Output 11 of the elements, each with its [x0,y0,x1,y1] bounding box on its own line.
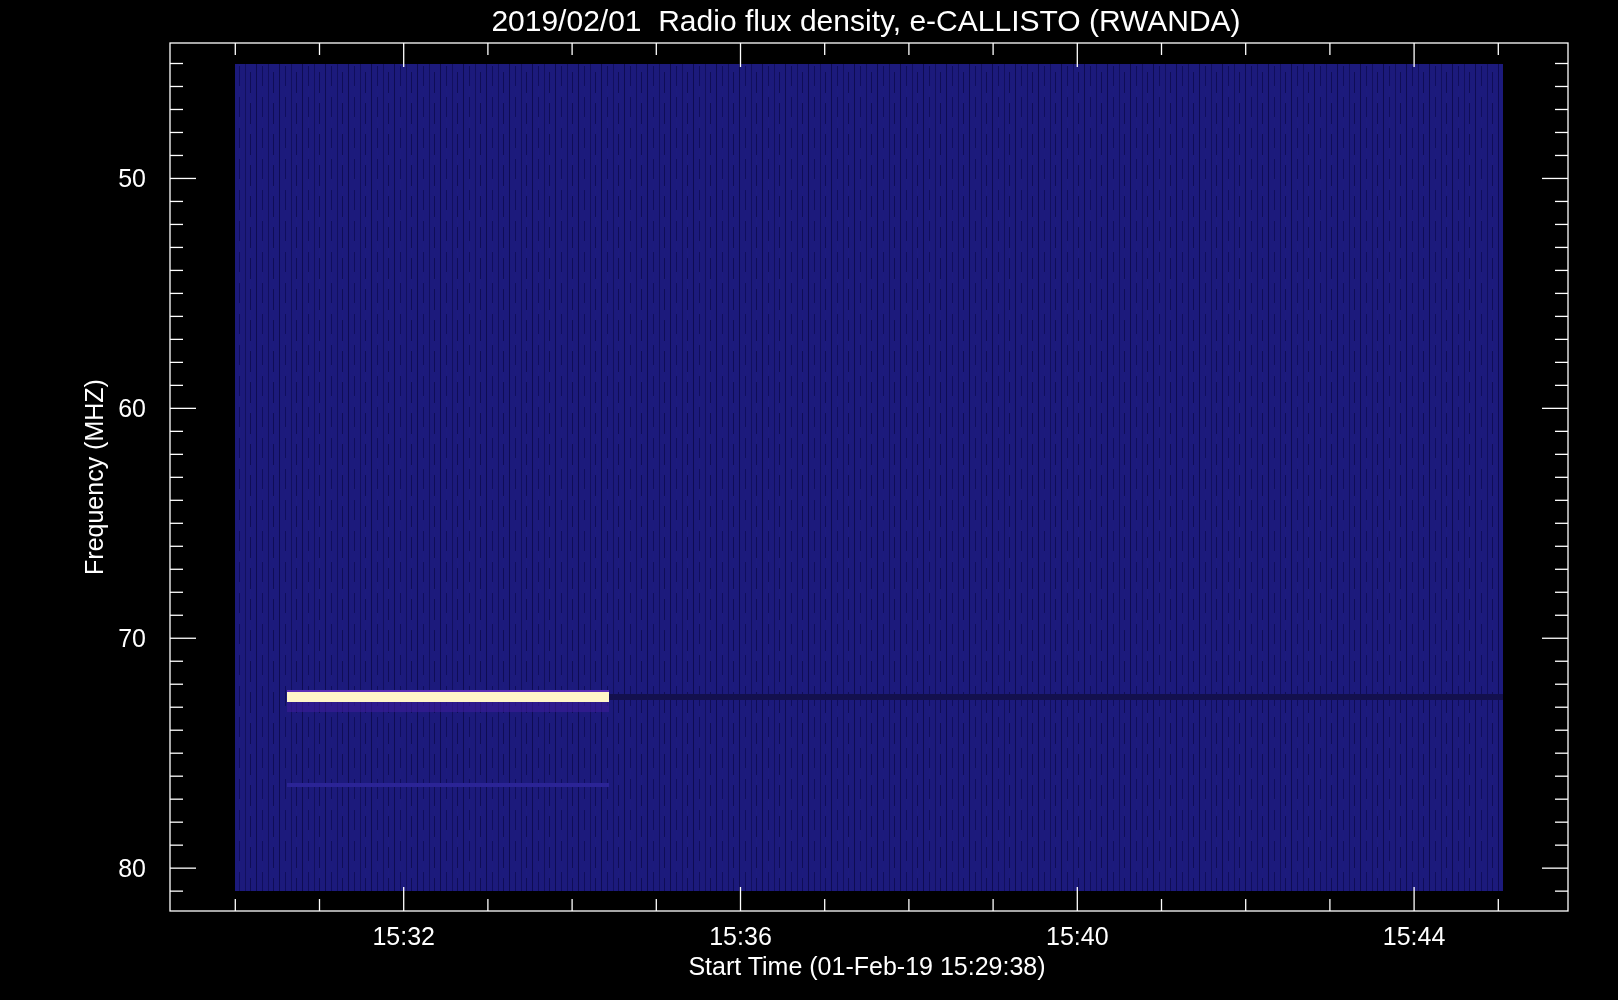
x-tick-label: 15:44 [1382,922,1446,950]
y-tick-label: 80 [118,854,146,883]
y-axis-label: Frequency (MHZ) [80,379,108,575]
y-tick-label: 70 [118,624,146,653]
x-tick-label: 15:40 [1046,922,1109,950]
y-tick-label: 60 [118,394,146,423]
x-tick-label: 15:32 [372,922,435,950]
x-tick-label: 15:36 [709,922,772,950]
chart-title: 2019/02/01 Radio flux density, e-CALLISTO (RWANDA) [491,4,1241,37]
y-tick-label: 50 [118,164,146,193]
x-axis-label: Start Time (01-Feb-19 15:29:38) [688,952,1046,980]
